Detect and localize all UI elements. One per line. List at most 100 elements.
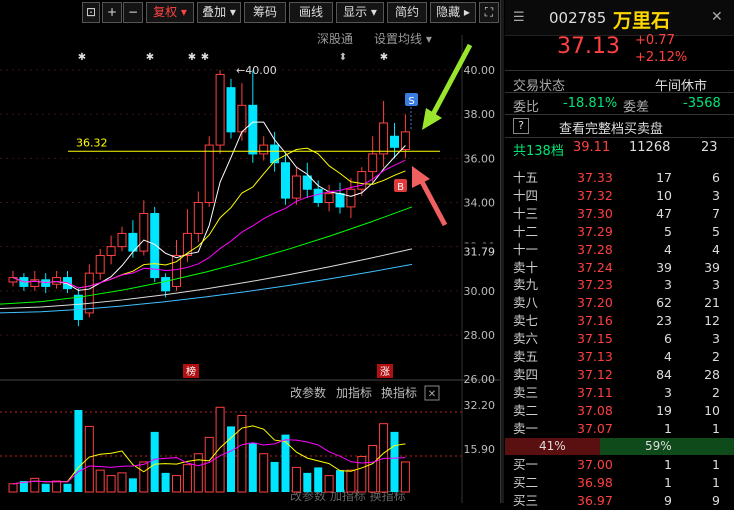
sell-row[interactable]: 卖五 37.13 4 2 xyxy=(505,348,734,366)
level-label: 十三 xyxy=(513,205,539,221)
sell-row[interactable]: 卖九 37.23 3 3 xyxy=(505,276,734,294)
volume-bar-up xyxy=(172,475,181,493)
buy-row[interactable]: 买二 36.98 1 1 xyxy=(505,474,734,492)
level-count: 3 xyxy=(712,277,720,293)
hide-button[interactable]: 隐藏 ▸ xyxy=(430,2,476,23)
volume-bar-up xyxy=(106,475,116,493)
sell-row[interactable]: 卖十 37.24 39 39 xyxy=(505,259,734,277)
menu-icon[interactable]: ☰ xyxy=(513,10,525,25)
level-volume: 17 xyxy=(656,170,672,185)
overlay-button[interactable]: 叠加 ▾ xyxy=(197,2,241,23)
current-price-axis-label: 31.79 xyxy=(464,245,496,258)
sell-row[interactable]: 卖三 37.11 3 2 xyxy=(505,384,734,402)
vol-axis-label: 15.90 xyxy=(464,443,496,456)
volume-bar-up xyxy=(52,480,62,493)
candle-up xyxy=(172,255,181,287)
level-volume: 10 xyxy=(656,187,672,203)
level-volume: 1 xyxy=(664,474,672,490)
level-label: 十二 xyxy=(513,223,539,239)
kline-chart[interactable]: 36.32 ←40.00 ✱ ✱ ✱ ✱ ✱ ⬍ 40.00 38.00 36.00 34.00 32.… xyxy=(0,0,500,503)
candle-down xyxy=(41,279,51,287)
sell-row[interactable]: 十二 37.29 5 5 xyxy=(505,223,734,241)
shengutong-label[interactable]: 深股通 xyxy=(317,30,353,47)
volume-bar-up xyxy=(215,406,225,493)
change-indicator-link: 换指标 xyxy=(381,385,417,400)
sell-row[interactable]: 卖七 37.16 23 12 xyxy=(505,312,734,330)
ma30-line xyxy=(0,206,413,305)
volume-bar-up xyxy=(368,445,378,493)
level-volume: 4 xyxy=(664,349,672,364)
level-price: 37.33 xyxy=(577,170,613,185)
candle-down xyxy=(281,162,290,199)
stock-change: +0.77 xyxy=(635,33,675,48)
level-volume: 19 xyxy=(656,402,672,418)
candle-down xyxy=(248,104,258,155)
level-volume: 3 xyxy=(664,277,672,293)
volume-bar-up xyxy=(324,475,334,493)
event-star-icon: ✱ xyxy=(201,52,209,63)
sell-row[interactable]: 十四 37.32 10 3 xyxy=(505,187,734,205)
zoom-out-button[interactable]: − xyxy=(123,2,143,23)
sell-row[interactable]: 卖六 37.15 6 3 xyxy=(505,330,734,348)
sell-row[interactable]: 卖一 37.07 1 1 xyxy=(505,420,734,438)
sell-row[interactable]: 卖四 37.12 84 28 xyxy=(505,366,734,384)
zoom-in-button[interactable]: + xyxy=(102,2,122,23)
level-count: 6 xyxy=(712,170,720,185)
sell-badge-label: S xyxy=(408,96,414,107)
level-count: 39 xyxy=(704,259,720,275)
panel-divider[interactable] xyxy=(500,0,504,503)
level-price: 36.98 xyxy=(577,474,613,490)
draw-line-button[interactable]: 画线 xyxy=(289,2,333,23)
sell-row[interactable]: 卖二 37.08 19 10 xyxy=(505,402,734,420)
level-count: 21 xyxy=(704,295,720,311)
ratio-left: 41% xyxy=(539,439,566,453)
level-price: 37.13 xyxy=(577,349,613,364)
volume-bar-up xyxy=(182,464,192,493)
reference-price-label: 36.32 xyxy=(76,136,108,149)
volume-bar-down xyxy=(303,472,312,492)
price-axis-label: 30.00 xyxy=(464,285,496,298)
level-price: 37.24 xyxy=(577,259,613,275)
level-count: 3 xyxy=(712,187,720,203)
candle-up xyxy=(400,131,410,150)
level-label: 买一 xyxy=(513,457,539,472)
sell-row[interactable]: 卖八 37.20 62 21 xyxy=(505,294,734,312)
volume-bar-up xyxy=(30,477,40,493)
volume-bar-up xyxy=(8,483,18,493)
set-ma-link[interactable]: 设置均线 ▾ xyxy=(374,30,432,47)
chips-button[interactable]: 筹码 xyxy=(244,2,286,23)
level-count: 12 xyxy=(704,313,720,329)
stock-code: 002785 xyxy=(549,9,607,27)
level-label: 卖七 xyxy=(513,313,539,329)
kline-chart-area[interactable]: 36.32 ←40.00 ✱ ✱ ✱ ✱ ✱ ⬍ 40.00 38.00 36.00 34.00 32.… xyxy=(0,0,500,503)
candle-up xyxy=(357,171,367,190)
weibi-label: 委比 xyxy=(513,100,540,115)
volume-bar-up xyxy=(139,461,149,493)
volume-bar-down xyxy=(314,467,323,492)
candle-up xyxy=(95,255,105,274)
fuquan-button[interactable]: 复权 ▾ xyxy=(146,2,194,23)
level-price: 37.23 xyxy=(577,277,613,293)
level-label: 买三 xyxy=(513,492,539,508)
full-book-link[interactable]: 查看完整档买卖盘 xyxy=(559,118,663,137)
level-price: 37.12 xyxy=(577,366,613,382)
sell-row[interactable]: 十五 37.33 17 6 xyxy=(505,169,734,187)
candle-up xyxy=(84,272,94,314)
close-icon[interactable]: ✕ xyxy=(711,9,723,25)
display-button[interactable]: 显示 ▾ xyxy=(336,2,384,23)
volume-bar-up xyxy=(291,466,301,493)
candle-up xyxy=(52,277,62,285)
fullscreen-icon[interactable]: ⛶ xyxy=(479,2,499,23)
price-axis-label: 36.00 xyxy=(464,152,496,165)
volume-bar-down xyxy=(390,431,399,492)
help-icon[interactable]: ? xyxy=(513,118,529,134)
volume-bar-up xyxy=(237,414,247,493)
buy-row[interactable]: 买三 36.97 9 9 xyxy=(505,492,734,510)
level-label: 卖十 xyxy=(513,259,539,275)
lock-icon[interactable]: ⊡ xyxy=(82,2,100,23)
sell-row[interactable]: 十一 37.28 4 4 xyxy=(505,241,734,259)
sell-row[interactable]: 十三 37.30 47 7 xyxy=(505,205,734,223)
buy-row[interactable]: 买一 37.00 1 1 xyxy=(505,456,734,474)
simple-button[interactable]: 简约 xyxy=(387,2,427,23)
gong-vol: 11268 xyxy=(629,140,671,155)
